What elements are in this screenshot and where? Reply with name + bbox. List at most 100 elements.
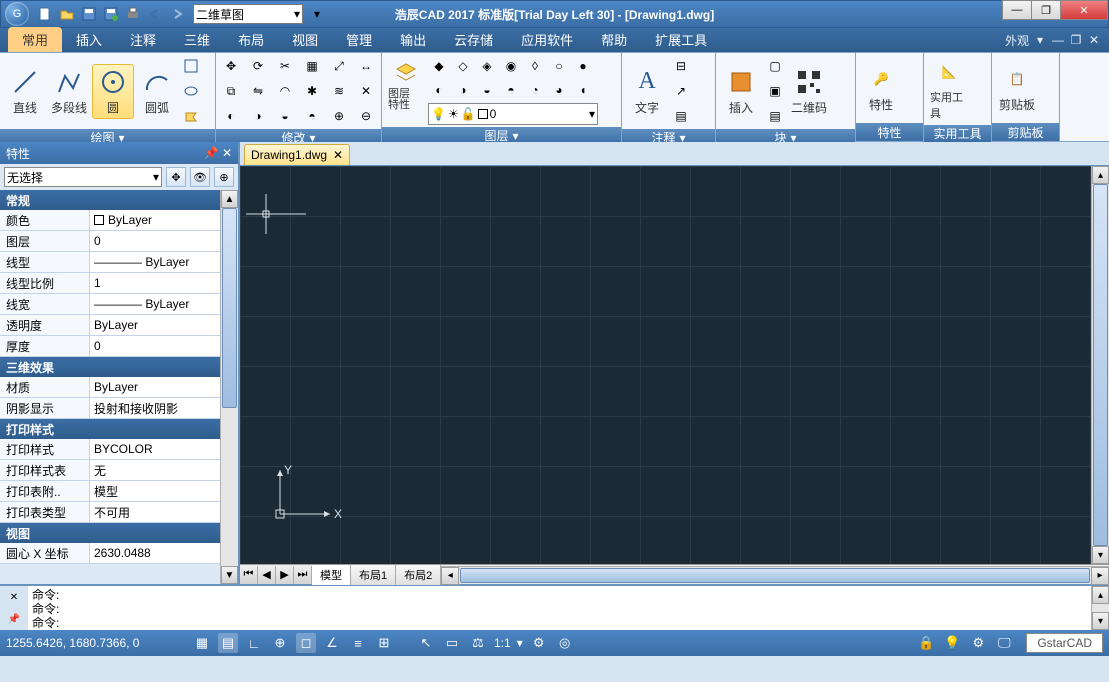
ribbon-tab[interactable]: 布局 (224, 27, 278, 52)
ribbon-tab[interactable]: 插入 (62, 27, 116, 52)
layer-properties-button[interactable]: 图层 特性 (386, 55, 426, 125)
dimension-icon[interactable]: ⊟ (670, 55, 692, 77)
ribbon-tab[interactable]: 管理 (332, 27, 386, 52)
cmd-scrollbar[interactable]: ▴▾ (1091, 586, 1109, 630)
mdi-minimize-icon[interactable]: — (1051, 33, 1065, 47)
dyn-toggle[interactable]: ⊞ (374, 633, 394, 653)
erase-icon[interactable]: ✕ (355, 80, 377, 102)
pin-icon[interactable]: 📌 (204, 146, 219, 160)
property-row[interactable]: 打印样式BYCOLOR (0, 439, 220, 460)
ribbon-tab[interactable]: 应用软件 (507, 27, 587, 52)
leader-icon[interactable]: ↗ (670, 80, 692, 102)
property-row[interactable]: 圆心 X 坐标2630.0488 (0, 543, 220, 564)
drawing-canvas[interactable]: XY (240, 166, 1091, 564)
offset-icon[interactable]: ≋ (328, 80, 350, 102)
property-category[interactable]: 打印样式 (0, 419, 220, 439)
cmd-pin-icon[interactable]: 📌 (8, 614, 20, 625)
layout-tab[interactable]: 布局1 (351, 565, 396, 585)
ribbon-tab[interactable]: 常用 (8, 27, 62, 52)
ribbon-tab[interactable]: 注释 (116, 27, 170, 52)
print-icon[interactable] (123, 4, 143, 24)
ortho-toggle[interactable]: ∟ (244, 633, 264, 653)
property-row[interactable]: 阴影显示投射和接收阴影 (0, 398, 220, 419)
layer-icon[interactable]: ◉ (500, 55, 522, 77)
document-tab[interactable]: Drawing1.dwg✕ (244, 144, 350, 165)
layout-next-icon[interactable]: ▶ (276, 566, 294, 584)
polyline-button[interactable]: 多段线 (48, 65, 90, 118)
lwt-toggle[interactable]: ≡ (348, 633, 368, 653)
block-icon[interactable]: ▢ (764, 55, 786, 77)
arc-button[interactable]: 圆弧 (136, 65, 178, 118)
bulb-status-icon[interactable]: 💡 (942, 633, 962, 653)
property-row[interactable]: 图层0 (0, 231, 220, 252)
draw-misc-icon[interactable] (180, 80, 202, 102)
draw-misc-icon[interactable] (180, 55, 202, 77)
property-row[interactable]: 透明度ByLayer (0, 315, 220, 336)
modify-icon[interactable]: ◒ (274, 105, 296, 127)
minimize-button[interactable]: — (1002, 0, 1032, 20)
close-button[interactable]: ✕ (1060, 0, 1108, 20)
array-icon[interactable]: ▦ (301, 55, 323, 77)
grid-toggle[interactable]: ▤ (218, 633, 238, 653)
selection-dropdown[interactable]: 无选择▾ (4, 167, 162, 187)
redo-icon[interactable] (167, 4, 187, 24)
settings-icon[interactable]: ⚙ (968, 633, 988, 653)
insert-button[interactable]: 插入 (720, 65, 762, 118)
utilities-button[interactable]: 📐实用工具 (928, 55, 970, 123)
line-button[interactable]: 直线 (4, 65, 46, 118)
mdi-close-icon[interactable]: ✕ (1087, 33, 1101, 47)
command-input-line[interactable]: 命令: (32, 616, 1087, 630)
property-row[interactable]: 打印样式表无 (0, 460, 220, 481)
quick-select-icon[interactable]: ✥ (166, 167, 186, 187)
cmd-close-icon[interactable]: ✕ (10, 592, 18, 603)
cursor-icon[interactable]: ↖ (416, 633, 436, 653)
command-window[interactable]: ✕📌 命令: 命令: 命令: ▴▾ (0, 584, 1109, 630)
layout-tab[interactable]: 模型 (312, 565, 351, 585)
layer-icon[interactable]: ◔ (524, 79, 546, 101)
property-row[interactable]: 线宽———— ByLayer (0, 294, 220, 315)
rotate-icon[interactable]: ⟳ (247, 55, 269, 77)
model-toggle[interactable]: ▭ (442, 633, 462, 653)
select-objects-icon[interactable]: 👁 (190, 167, 210, 187)
block-icon[interactable]: ▤ (764, 105, 786, 127)
properties-button[interactable]: 🔑特性 (860, 62, 902, 115)
property-row[interactable]: 线型比例1 (0, 273, 220, 294)
polar-toggle[interactable]: ⊕ (270, 633, 290, 653)
layer-icon[interactable]: ◓ (500, 79, 522, 101)
circle-button[interactable]: 圆 (92, 64, 134, 119)
modify-icon[interactable]: ⊖ (355, 105, 377, 127)
saveas-icon[interactable] (101, 4, 121, 24)
copy-icon[interactable]: ⧉ (220, 80, 242, 102)
text-button[interactable]: A文字 (626, 65, 668, 118)
ribbon-tab[interactable]: 帮助 (587, 27, 641, 52)
property-row[interactable]: 颜色ByLayer (0, 210, 220, 231)
qrcode-button[interactable]: 二维码 (788, 65, 830, 118)
pickadd-icon[interactable]: ⊕ (214, 167, 234, 187)
osnap-toggle[interactable]: ◻ (296, 633, 316, 653)
layout-last-icon[interactable]: ⏭ (294, 566, 312, 584)
fillet-icon[interactable]: ◠ (274, 80, 296, 102)
clipboard-button[interactable]: 📋剪贴板 (996, 62, 1038, 115)
trim-icon[interactable]: ✂ (274, 55, 296, 77)
layer-icon[interactable]: ◑ (452, 79, 474, 101)
snap-toggle[interactable]: ▦ (192, 633, 212, 653)
layer-icon[interactable]: ◕ (548, 79, 570, 101)
palette-close-icon[interactable]: ✕ (222, 146, 232, 160)
qat-more-icon[interactable]: ▾ (307, 4, 327, 24)
modify-icon[interactable]: ◐ (220, 105, 242, 127)
maximize-button[interactable]: ❐ (1031, 0, 1061, 20)
monitor-icon[interactable]: 🖵 (994, 633, 1014, 653)
layer-icon[interactable]: ◒ (476, 79, 498, 101)
new-icon[interactable] (35, 4, 55, 24)
save-icon[interactable] (79, 4, 99, 24)
layer-icon[interactable]: ◐ (428, 79, 450, 101)
property-row[interactable]: 厚度0 (0, 336, 220, 357)
undo-icon[interactable] (145, 4, 165, 24)
property-row[interactable]: 材质ByLayer (0, 377, 220, 398)
block-icon[interactable]: ▣ (764, 80, 786, 102)
draw-misc-icon[interactable] (180, 105, 202, 127)
canvas-vscroll[interactable]: ▴▾ (1091, 166, 1109, 564)
stretch-icon[interactable]: ↔ (355, 55, 377, 77)
mdi-restore-icon[interactable]: ❐ (1069, 33, 1083, 47)
ribbon-tab[interactable]: 视图 (278, 27, 332, 52)
